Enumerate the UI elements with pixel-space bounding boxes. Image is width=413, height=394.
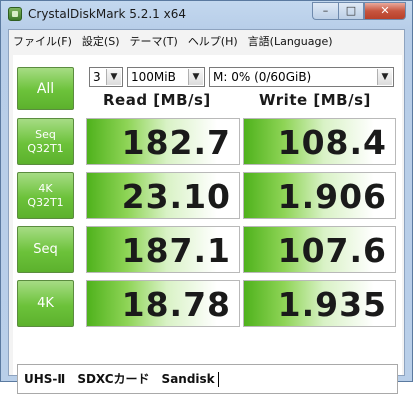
comment-input[interactable]: UHS-Ⅱ SDXCカード Sandisk — [17, 364, 398, 394]
4k-button[interactable]: 4K — [17, 280, 74, 327]
write-result-cell: 1.935 — [243, 280, 396, 327]
read-result-cell: 187.1 — [86, 226, 240, 273]
write-result-cell: 108.4 — [243, 118, 396, 165]
comment-text: UHS-Ⅱ SDXCカード Sandisk — [24, 372, 215, 386]
menu-file[interactable]: ファイル(F) — [13, 33, 72, 49]
write-result-cell: 107.6 — [243, 226, 396, 273]
read-value: 182.7 — [121, 123, 231, 162]
seq-button[interactable]: Seq — [17, 226, 74, 273]
app-window: CrystalDiskMark 5.2.1 x64 – □ ✕ ファイル(F) … — [0, 0, 413, 394]
benchmark-panel: All 3 ▼ 100MiB ▼ M: 0% (0/60GiB) ▼ Read … — [13, 55, 402, 394]
chevron-down-icon: ▼ — [188, 69, 203, 85]
drive-select[interactable]: M: 0% (0/60GiB) ▼ — [209, 67, 394, 87]
write-result-cell: 1.906 — [243, 172, 396, 219]
crystaldiskmark-icon — [8, 7, 22, 21]
text-caret — [217, 372, 219, 387]
chevron-down-icon: ▼ — [377, 69, 392, 85]
seq-q32t1-button[interactable]: Seq Q32T1 — [17, 118, 74, 165]
menu-settings[interactable]: 設定(S) — [82, 33, 120, 49]
menu-language[interactable]: 言語(Language) — [248, 33, 333, 49]
close-button[interactable]: ✕ — [364, 2, 406, 20]
read-result-cell: 23.10 — [86, 172, 240, 219]
menu-bar: ファイル(F) 設定(S) テーマ(T) ヘルプ(H) 言語(Language) — [9, 30, 404, 52]
read-result-cell: 182.7 — [86, 118, 240, 165]
test-label-line2: Q32T1 — [27, 195, 64, 209]
test-size-value: 100MiB — [131, 70, 176, 84]
test-label-line1: 4K — [38, 181, 53, 195]
caption-buttons: – □ ✕ — [312, 2, 406, 22]
minimize-button[interactable]: – — [312, 2, 338, 20]
read-value: 23.10 — [121, 177, 231, 216]
read-value: 18.78 — [121, 285, 231, 324]
test-label-line1: Seq — [35, 127, 56, 141]
window-title: CrystalDiskMark 5.2.1 x64 — [28, 7, 186, 21]
all-button[interactable]: All — [17, 67, 74, 110]
title-bar[interactable]: CrystalDiskMark 5.2.1 x64 – □ ✕ — [1, 1, 412, 29]
test-count-value: 3 — [93, 70, 101, 84]
test-size-select[interactable]: 100MiB ▼ — [127, 67, 205, 87]
chevron-down-icon: ▼ — [106, 69, 121, 85]
client-area: ファイル(F) 設定(S) テーマ(T) ヘルプ(H) 言語(Language)… — [8, 29, 405, 394]
4k-q32t1-button[interactable]: 4K Q32T1 — [17, 172, 74, 219]
write-value: 107.6 — [277, 231, 387, 270]
write-value: 1.906 — [277, 177, 387, 216]
read-value: 187.1 — [121, 231, 231, 270]
test-label-line2: Q32T1 — [27, 141, 64, 155]
read-header: Read [MB/s] — [103, 91, 211, 109]
write-value: 1.935 — [277, 285, 387, 324]
test-label-line1: 4K — [37, 295, 54, 311]
drive-value: M: 0% (0/60GiB) — [213, 70, 312, 84]
menu-theme[interactable]: テーマ(T) — [130, 33, 178, 49]
test-count-select[interactable]: 3 ▼ — [89, 67, 123, 87]
menu-help[interactable]: ヘルプ(H) — [188, 33, 238, 49]
write-value: 108.4 — [277, 123, 387, 162]
test-label-line1: Seq — [33, 241, 58, 257]
read-result-cell: 18.78 — [86, 280, 240, 327]
maximize-button[interactable]: □ — [338, 2, 364, 20]
all-button-label: All — [36, 80, 55, 97]
write-header: Write [MB/s] — [259, 91, 371, 109]
